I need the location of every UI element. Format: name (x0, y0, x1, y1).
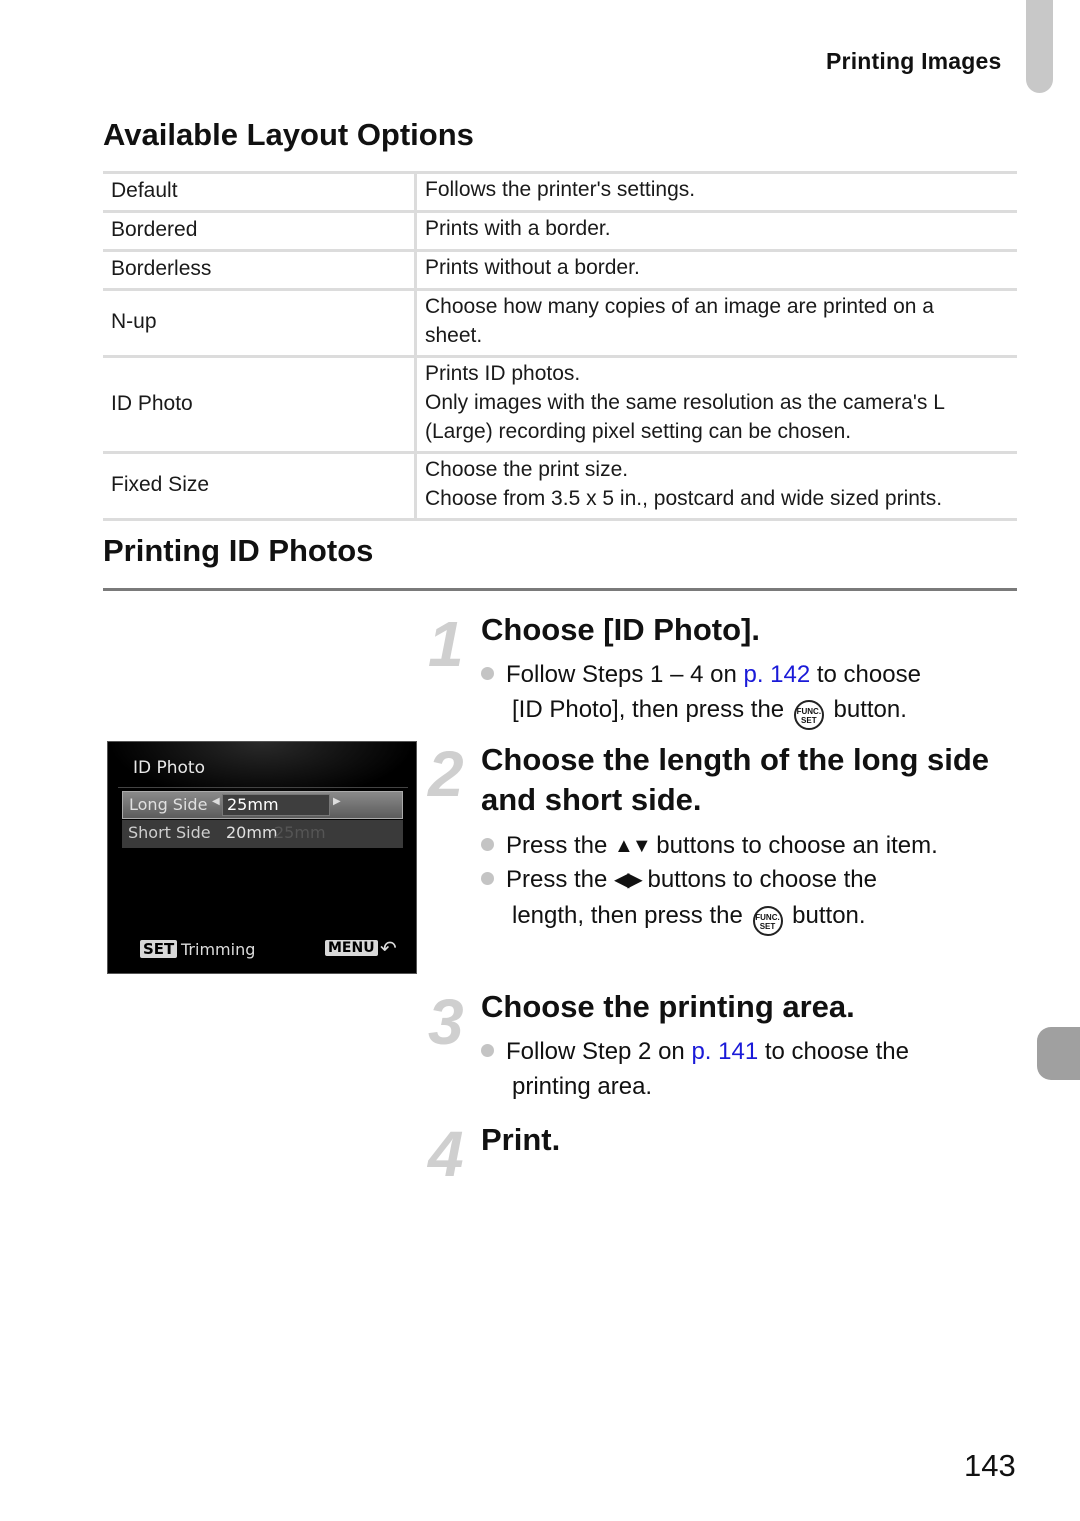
table-row: Default Follows the printer's settings. (103, 172, 1018, 212)
text: Press the (506, 866, 615, 893)
step-number-2: 2 (428, 738, 464, 810)
text: Press the (506, 832, 615, 859)
option-cell: Borderless (103, 250, 417, 290)
chapter-tab-side (1037, 1027, 1080, 1080)
description-line: (Large) recording pixel setting can be c… (425, 420, 852, 443)
text: button. (826, 696, 907, 723)
chapter-tab-top (1026, 0, 1053, 93)
text: button. (785, 902, 866, 929)
left-right-arrows-icon: ◀▶ (614, 869, 643, 891)
step-1-title: Choose [ID Photo]. (481, 612, 760, 647)
section-header: Printing Images (826, 48, 1002, 74)
step-number-1: 1 (428, 608, 464, 680)
text: to choose the (758, 1038, 909, 1065)
short-side-ghost-value: 25mm (274, 823, 326, 842)
bullet-icon (481, 872, 494, 885)
text: buttons to choose an item. (649, 832, 938, 859)
bullet-icon (481, 1044, 494, 1057)
page-link-141[interactable]: p. 141 (691, 1038, 758, 1065)
func-label: FUNC. (755, 913, 780, 922)
func-set-button-icon: FUNC. SET (752, 906, 783, 936)
option-cell: Bordered (103, 211, 417, 251)
layout-options-table: Default Follows the printer's settings. … (103, 171, 1017, 521)
description-cell: Choose how many copies of an image are p… (416, 290, 1018, 357)
table-row: N-up Choose how many copies of an image … (103, 289, 1018, 357)
arrow-left-icon: ◀ (212, 796, 220, 807)
description-line: Choose from 3.5 x 5 in., postcard and wi… (425, 487, 943, 510)
back-arrow-icon: ↶ (380, 936, 397, 960)
layout-options-heading: Available Layout Options (103, 117, 474, 152)
text: buttons to choose the (640, 866, 877, 893)
step-number-4: 4 (428, 1118, 464, 1190)
description-line: Choose how many copies of an image are p… (425, 295, 934, 318)
table-row: Borderless Prints without a border. (103, 250, 1018, 290)
up-down-arrows-icon: ▲▼ (614, 835, 652, 857)
page-link-142[interactable]: p. 142 (743, 661, 810, 688)
title-line: Choose the length of the long side (481, 742, 990, 777)
description-line: Only images with the same resolution as … (425, 391, 945, 414)
text: Follow Steps 1 – 4 on (506, 661, 744, 688)
description-line: Prints with a border. (425, 217, 611, 240)
step-2-bullet-1: Press the ▲▼ buttons to choose an item. (481, 828, 938, 864)
id-photos-heading: Printing ID Photos (103, 533, 374, 568)
text: length, then press the (512, 902, 750, 929)
option-cell: Fixed Size (103, 452, 417, 520)
description-cell: Choose the print size. Choose from 3.5 x… (416, 453, 1018, 520)
long-side-label: Long Side (129, 795, 208, 814)
short-side-label: Short Side (128, 823, 211, 842)
description-line: Prints without a border. (425, 256, 640, 279)
step-4-title: Print. (481, 1122, 561, 1157)
option-cell: N-up (103, 289, 417, 357)
page-number: 143 (964, 1448, 1016, 1483)
step-3-title: Choose the printing area. (481, 989, 855, 1024)
table-row: ID Photo Prints ID photos. Only images w… (103, 356, 1018, 453)
text: [ID Photo], then press the (512, 696, 791, 723)
description-line: Choose the print size. (425, 458, 629, 481)
trimming-label: Trimming (181, 940, 256, 959)
description-cell: Follows the printer's settings. (416, 173, 1018, 212)
text: Follow Step 2 on (506, 1038, 692, 1065)
text: to choose (810, 661, 921, 688)
description-line: Follows the printer's settings. (425, 178, 696, 201)
option-cell: ID Photo (103, 356, 417, 453)
table-row: Fixed Size Choose the print size. Choose… (103, 452, 1018, 520)
step-1-bullet: Follow Steps 1 – 4 on p. 142 to choose [… (481, 657, 921, 730)
menu-key-icon: MENU (325, 940, 378, 956)
description-line: sheet. (425, 324, 483, 347)
description-cell: Prints with a border. (416, 212, 1018, 251)
camera-divider (118, 787, 408, 788)
description-cell: Prints ID photos. Only images with the s… (416, 357, 1018, 453)
description-cell: Prints without a border. (416, 251, 1018, 290)
step-number-3: 3 (428, 986, 464, 1058)
description-line: Prints ID photos. (425, 362, 581, 385)
long-side-row[interactable]: Long Side ◀ 25mm ▶ (122, 791, 403, 819)
bullet-icon (481, 667, 494, 680)
title-line: and short side. (481, 782, 702, 817)
camera-screen: ID Photo Long Side ◀ 25mm ▶ Short Side 2… (107, 741, 417, 974)
step-3-bullet: Follow Step 2 on p. 141 to choose the pr… (481, 1034, 909, 1104)
step-2-title: Choose the length of the long side and s… (481, 740, 989, 820)
short-side-value: 20mm (226, 823, 278, 842)
arrow-right-icon: ▶ (333, 796, 341, 807)
set-label: SET (801, 716, 817, 725)
step-2-bullet-2: Press the ◀▶ buttons to choose the lengt… (481, 862, 877, 936)
option-cell: Default (103, 172, 417, 212)
short-side-row[interactable]: Short Side 20mm 25mm (122, 820, 403, 848)
long-side-value: 25mm (227, 795, 279, 814)
func-set-button-icon: FUNC. SET (793, 700, 824, 730)
set-label: SET (759, 922, 776, 931)
bullet-icon (481, 838, 494, 851)
set-key-icon: SET (140, 940, 178, 958)
func-label: FUNC. (796, 707, 822, 716)
table-row: Bordered Prints with a border. (103, 211, 1018, 251)
text: printing area. (512, 1073, 653, 1100)
section-divider (103, 588, 1017, 591)
camera-screen-title: ID Photo (133, 758, 206, 778)
